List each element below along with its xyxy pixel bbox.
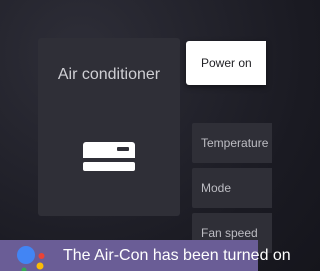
- assistant-bar: The Air-Con has been turned on: [0, 240, 291, 271]
- temperature-button[interactable]: Temperature: [192, 123, 272, 163]
- device-card[interactable]: Air conditioner: [38, 38, 180, 216]
- assistant-message: The Air-Con has been turned on: [63, 247, 291, 264]
- device-title: Air conditioner: [57, 66, 161, 83]
- mode-button[interactable]: Mode: [192, 168, 272, 208]
- control-list: Power on Temperature Mode Fan speed: [186, 38, 272, 253]
- air-conditioner-icon: [83, 142, 135, 171]
- google-assistant-icon: [17, 246, 45, 271]
- power-on-button[interactable]: Power on: [186, 41, 266, 85]
